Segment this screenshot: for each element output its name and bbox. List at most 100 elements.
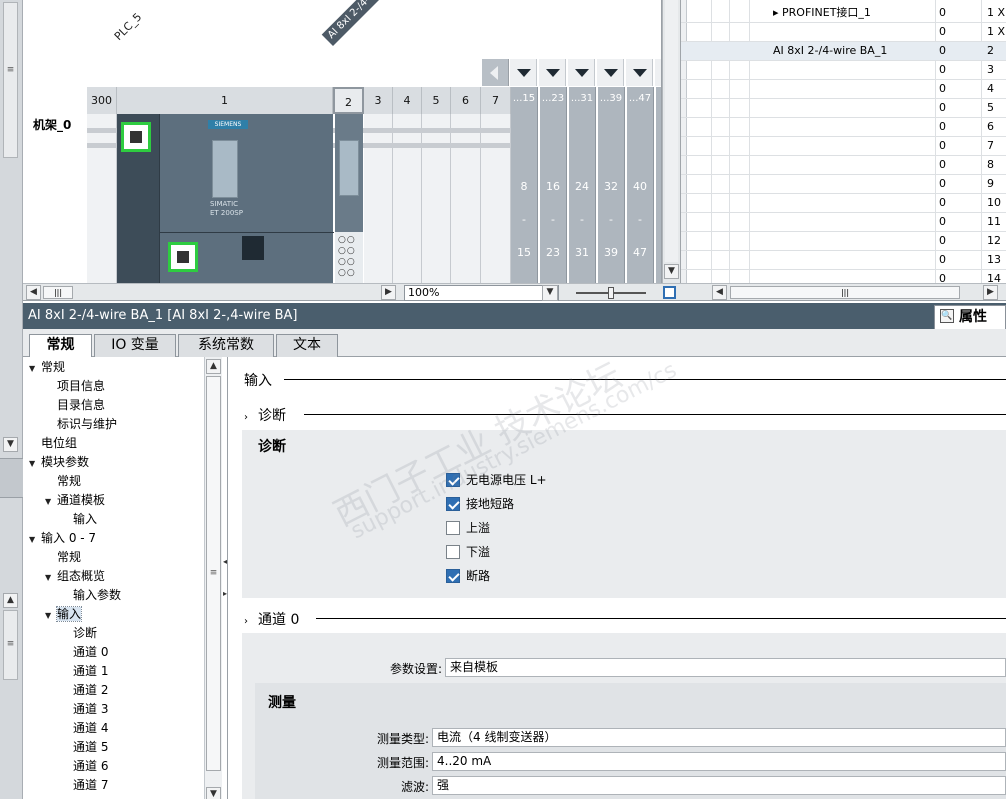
nav-item[interactable]: ▼ 常规 xyxy=(29,358,65,377)
expand-slot-icon[interactable] xyxy=(568,59,595,86)
cpu-module[interactable]: SIEMENS SIMATIC ET 200SP xyxy=(159,114,334,283)
expand-slot-icon[interactable] xyxy=(539,59,566,86)
nav-item[interactable]: ▼ 输入 xyxy=(45,605,83,625)
table-row[interactable]: 0 12 xyxy=(681,232,1006,251)
nav-item[interactable]: 常规 xyxy=(45,472,81,491)
nav-item[interactable]: 通道 1 xyxy=(61,662,108,681)
zoom-select[interactable]: 100% xyxy=(404,285,559,301)
rack-scroll-left-button[interactable] xyxy=(482,59,509,86)
diagnostic-checkbox[interactable]: 断路 xyxy=(446,568,490,584)
scroll-up-icon[interactable]: ▲ xyxy=(3,593,18,608)
chevron-down-icon[interactable]: ▼ xyxy=(45,606,57,625)
scroll-left-icon[interactable]: ◀ xyxy=(712,285,727,300)
chevron-down-icon[interactable]: ▼ xyxy=(29,454,41,473)
device-view-vscroll[interactable] xyxy=(665,0,678,262)
checkbox-icon[interactable] xyxy=(446,473,460,487)
nav-item[interactable]: ▼ 模块参数 xyxy=(29,453,89,472)
nav-item[interactable]: 通道 3 xyxy=(61,700,108,719)
slot-group[interactable]: ...39 32 - 39 xyxy=(598,87,625,283)
nav-item[interactable]: 输入 xyxy=(61,510,97,529)
tab-general[interactable]: 常规 xyxy=(29,334,92,358)
nav-item[interactable]: ▼ 组态概览 xyxy=(45,567,105,586)
table-row[interactable]: 03 xyxy=(681,61,1006,80)
scroll-left-icon[interactable]: ◀ xyxy=(26,285,41,300)
expand-right-icon[interactable]: ▸ xyxy=(223,589,227,598)
overview-icon[interactable] xyxy=(663,286,676,299)
nav-item[interactable]: ▼ 输入 0 - 7 xyxy=(29,529,96,548)
expand-slot-icon[interactable] xyxy=(655,59,661,86)
table-row[interactable]: 0 11 xyxy=(681,213,1006,232)
table-row[interactable]: 06 xyxy=(681,118,1006,137)
nav-item[interactable]: 常规 xyxy=(45,548,81,567)
module-rotated-label[interactable]: AI 8xI 2-/4-w xyxy=(321,0,397,47)
nav-item[interactable]: 项目信息 xyxy=(45,377,105,396)
left-scrollbar-top[interactable] xyxy=(3,2,18,158)
expand-slot-icon[interactable] xyxy=(510,59,537,86)
scroll-down-icon[interactable]: ▼ xyxy=(3,437,18,452)
slot-group[interactable]: ...47 40 - 47 xyxy=(627,87,654,283)
ai-module-slot2[interactable]: ○○ ○○ ○○ ○○ xyxy=(335,114,363,283)
table-hscroll-thumb[interactable]: ||| xyxy=(730,286,960,299)
expand-slot-icon[interactable] xyxy=(597,59,624,86)
nav-item[interactable]: 通道 2 xyxy=(61,681,108,700)
nav-item[interactable]: 通道 5 xyxy=(61,738,108,757)
tab-io-tags[interactable]: IO 变量 xyxy=(94,334,176,357)
table-row[interactable]: 0 1 X xyxy=(681,23,1006,42)
table-row[interactable]: 0 10 xyxy=(681,194,1006,213)
nav-item[interactable]: 通道 4 xyxy=(61,719,108,738)
field-value[interactable]: 强 xyxy=(432,776,1006,795)
checkbox-icon[interactable] xyxy=(446,497,460,511)
grip-icon[interactable]: ≡ xyxy=(4,640,17,649)
table-row[interactable]: 04 xyxy=(681,80,1006,99)
section-diagnostics[interactable]: › 诊断 xyxy=(244,405,1006,425)
nav-vscroll[interactable]: ▲ ≡ ▼ xyxy=(204,357,222,799)
slot-group[interactable]: ...31 24 - 31 xyxy=(569,87,596,283)
scroll-right-icon[interactable]: ▶ xyxy=(381,285,396,300)
table-row[interactable]: 08 xyxy=(681,156,1006,175)
hscroll-thumb[interactable]: ||| xyxy=(43,286,73,299)
table-row[interactable]: 0 14 xyxy=(681,270,1006,283)
slot-column[interactable] xyxy=(393,114,422,283)
nav-item[interactable]: 目录信息 xyxy=(45,396,105,415)
slot-column[interactable] xyxy=(481,114,511,283)
slot-column[interactable] xyxy=(87,114,117,283)
slot-group[interactable]: ...23 16 - 23 xyxy=(540,87,567,283)
nav-item[interactable]: ▼ 通道模板 xyxy=(45,491,105,510)
diagnostic-checkbox[interactable]: 接地短路 xyxy=(446,496,514,512)
field-value[interactable]: 电流（4 线制变送器） xyxy=(432,728,1006,747)
properties-button[interactable]: 🔍 属性 xyxy=(934,305,1006,329)
tab-system-constants[interactable]: 系统常数 xyxy=(178,334,274,357)
nav-item[interactable]: 通道 0 xyxy=(61,643,108,662)
nav-item[interactable]: 电位组 xyxy=(29,434,77,453)
interface-module[interactable] xyxy=(117,114,159,283)
table-row[interactable]: 0 13 xyxy=(681,251,1006,270)
slot-column[interactable] xyxy=(451,114,481,283)
nav-item[interactable]: 诊断 xyxy=(61,624,97,643)
grip-icon[interactable]: ≡ xyxy=(207,569,220,578)
param-setting-field[interactable]: 来自模板 xyxy=(445,658,1006,677)
chevron-down-icon[interactable]: ▼ xyxy=(45,492,57,511)
slot-column[interactable] xyxy=(422,114,451,283)
table-row[interactable]: AI 8xI 2-/4-wire BA_1 0 2 xyxy=(681,42,1006,61)
checkbox-icon[interactable] xyxy=(446,545,460,559)
scroll-down-icon[interactable]: ▼ xyxy=(664,264,679,279)
expand-slot-icon[interactable] xyxy=(626,59,653,86)
table-row[interactable]: 07 xyxy=(681,137,1006,156)
view-splitter[interactable]: ▼ ◂ xyxy=(662,0,685,283)
zoom-slider-thumb[interactable] xyxy=(608,287,614,299)
table-row[interactable]: 05 xyxy=(681,99,1006,118)
grip-icon[interactable]: ≡ xyxy=(4,66,17,75)
nav-item[interactable]: 通道 6 xyxy=(61,757,108,776)
checkbox-icon[interactable] xyxy=(446,521,460,535)
chevron-down-icon[interactable]: ▼ xyxy=(45,568,57,587)
scroll-down-icon[interactable]: ▼ xyxy=(206,787,221,799)
nav-item[interactable]: 通道 7 xyxy=(61,776,108,795)
zoom-dropdown-icon[interactable]: ▼ xyxy=(542,285,558,301)
field-value[interactable]: 4..20 mA xyxy=(432,752,1006,771)
slot-group[interactable]: ...15 8 - 15 xyxy=(511,87,538,283)
nav-item[interactable]: 输入参数 xyxy=(61,586,121,605)
table-row[interactable]: 09 xyxy=(681,175,1006,194)
chevron-down-icon[interactable]: ▼ xyxy=(29,359,41,378)
scroll-up-icon[interactable]: ▲ xyxy=(206,359,221,374)
scroll-right-icon[interactable]: ▶ xyxy=(983,285,998,300)
